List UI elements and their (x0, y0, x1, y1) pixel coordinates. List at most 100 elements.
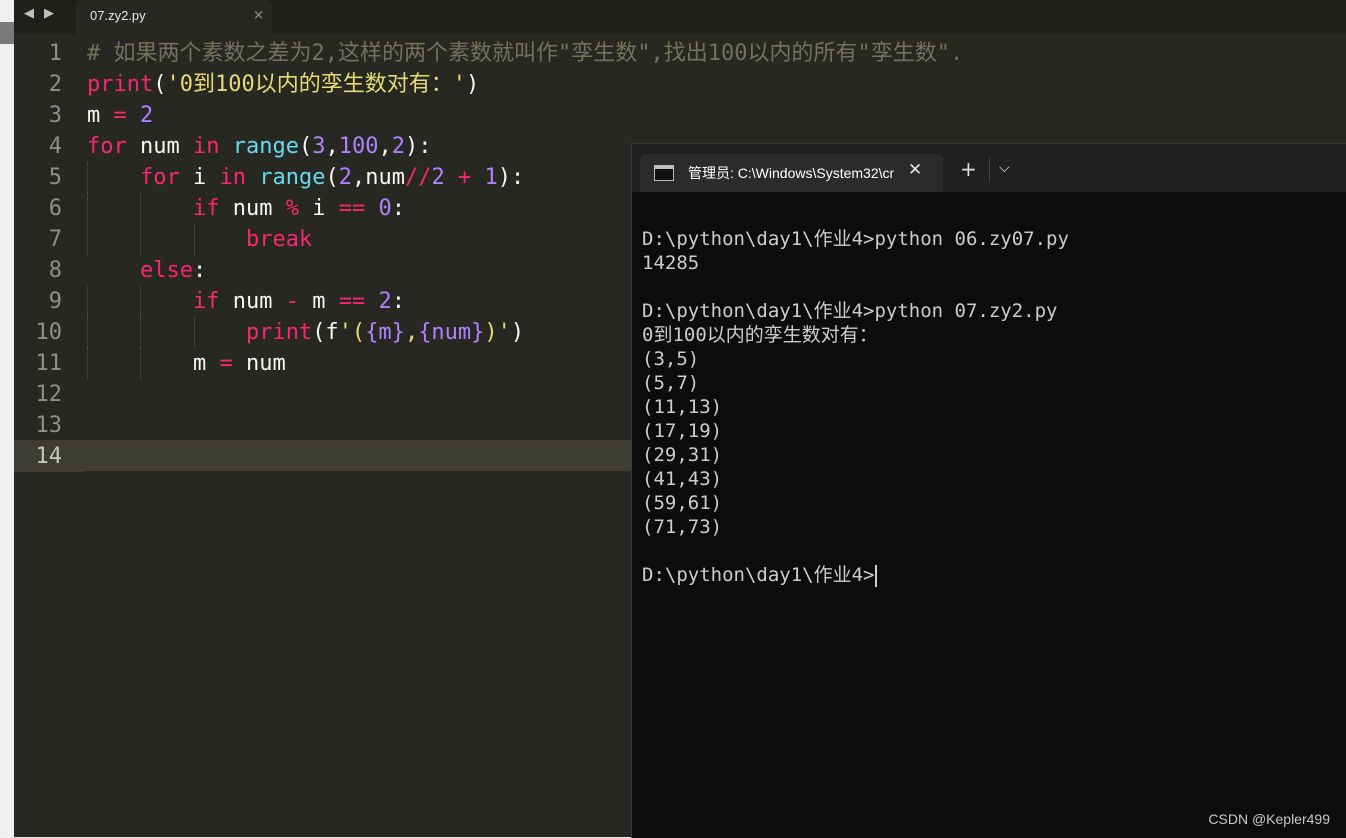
indent-guide (140, 348, 142, 379)
terminal-line: (41,43) (642, 467, 1069, 491)
indent-guide (140, 224, 142, 255)
terminal-tab-bar: 管理员: C:\Windows\System32\cmd.exe ✕ + ⌵ (632, 144, 1346, 192)
terminal-output[interactable]: D:\python\day1\作业4>python 06.zy07.py 1428… (642, 227, 1069, 587)
tab-nav-back-icon[interactable]: ◀ (24, 6, 34, 21)
chevron-down-icon[interactable]: ⌵ (999, 160, 1010, 176)
code-token: 2 (378, 289, 392, 314)
indent-guide (87, 286, 89, 317)
line-number: 12 (35, 382, 63, 407)
tab-07-zy2-py[interactable]: 07.zy2.py × (76, 0, 272, 34)
code-token: num (219, 196, 286, 221)
code-token: , (325, 134, 339, 159)
code-token: in (219, 165, 246, 190)
code-token: 2 (140, 103, 154, 128)
cmd-icon (654, 165, 674, 181)
terminal-line: D:\python\day1\作业4> (642, 563, 1069, 587)
terminal-line-text: (59,61) (642, 492, 723, 514)
code-token: ): (497, 165, 525, 190)
code-token: '( (338, 320, 366, 345)
code-token: 2 (391, 134, 405, 159)
terminal-line: (3,5) (642, 347, 1069, 371)
code-token: m (298, 289, 339, 314)
line-number: 2 (48, 72, 62, 97)
terminal-title: 管理员: C:\Windows\System32\cmd.exe (688, 165, 894, 181)
indent-guide (193, 317, 196, 348)
line-number: 6 (48, 196, 62, 221)
close-icon[interactable]: ✕ (908, 160, 922, 180)
indent-guide (87, 317, 89, 348)
line-number: 10 (35, 320, 63, 345)
line-number: 3 (48, 103, 62, 128)
indent-guide (140, 193, 142, 224)
code-token: , (378, 134, 392, 159)
terminal-line: 0到100以内的孪生数对有： (642, 323, 1069, 347)
code-token: in (192, 134, 220, 159)
terminal-line-text: (29,31) (642, 444, 723, 466)
code-token: % (285, 196, 299, 221)
code-token: 2 (431, 165, 445, 190)
code-token: 2 (338, 165, 352, 190)
terminal-tab[interactable]: 管理员: C:\Windows\System32\cmd.exe ✕ (640, 154, 943, 192)
terminal-line-text: D:\python\day1\作业4>python 06.zy07.py (642, 228, 1069, 250)
code-token: )' (484, 320, 511, 345)
indent-guide (87, 162, 89, 193)
line-number: 1 (48, 41, 62, 66)
line-number-gutter: 1 2 3 4 5 6 7 8 9 10 11 12 13 14 (14, 38, 82, 472)
terminal-window[interactable]: 管理员: C:\Windows\System32\cmd.exe ✕ + ⌵ D… (631, 143, 1346, 838)
code-token: num (126, 134, 193, 159)
indent-guide (87, 224, 89, 255)
code-token: {m} (365, 320, 405, 345)
terminal-line-text: D:\python\day1\作业4> (642, 564, 875, 586)
tab-nav-forward-icon[interactable]: ▶ (44, 6, 54, 21)
terminal-line-text: (71,73) (642, 516, 723, 538)
code-token: ,num (351, 165, 405, 190)
terminal-line-text: (17,19) (642, 420, 723, 442)
code-token: 1 (484, 165, 498, 190)
editor-tab-bar: ◀ ▶ 07.zy2.py × (14, 0, 1346, 34)
indent-guide (140, 286, 142, 317)
code-token: num (219, 289, 286, 314)
code-token: {num} (418, 320, 485, 345)
indent-guide (193, 224, 196, 255)
new-tab-icon[interactable]: + (960, 159, 977, 179)
code-token: == (338, 289, 366, 314)
line-number: 5 (48, 165, 62, 190)
code-token: - (285, 289, 299, 314)
code-token: ) (465, 72, 480, 97)
terminal-line: (59,61) (642, 491, 1069, 515)
code-token: : (192, 258, 207, 283)
terminal-line-text: D:\python\day1\作业4>python 07.zy2.py (642, 300, 1058, 322)
code-line[interactable]: m = 2 (87, 100, 963, 131)
line-number: 14 (14, 441, 82, 472)
code-token: m (87, 103, 114, 128)
code-line[interactable]: print('0到100以内的孪生数对有：') (87, 69, 963, 100)
code-token: = (113, 103, 127, 128)
code-token: ) (510, 320, 525, 345)
strip-marker (0, 22, 14, 44)
code-token: range (232, 134, 299, 159)
code-token: i (298, 196, 339, 221)
code-token: = (219, 351, 233, 376)
line-number: 9 (48, 289, 62, 314)
code-token: ( (153, 72, 167, 97)
code-token: for (139, 165, 180, 190)
code-token: else (139, 258, 193, 283)
line-number: 8 (48, 258, 62, 283)
terminal-line-text: (41,43) (642, 468, 723, 490)
indent-guide (87, 348, 89, 379)
terminal-line: 14285 (642, 251, 1069, 275)
code-token: : (391, 196, 405, 221)
code-line[interactable]: # 如果两个素数之差为2,这样的两个素数就叫作"孪生数",找出100以内的所有"… (87, 38, 963, 69)
tab-close-icon[interactable]: × (253, 8, 264, 23)
